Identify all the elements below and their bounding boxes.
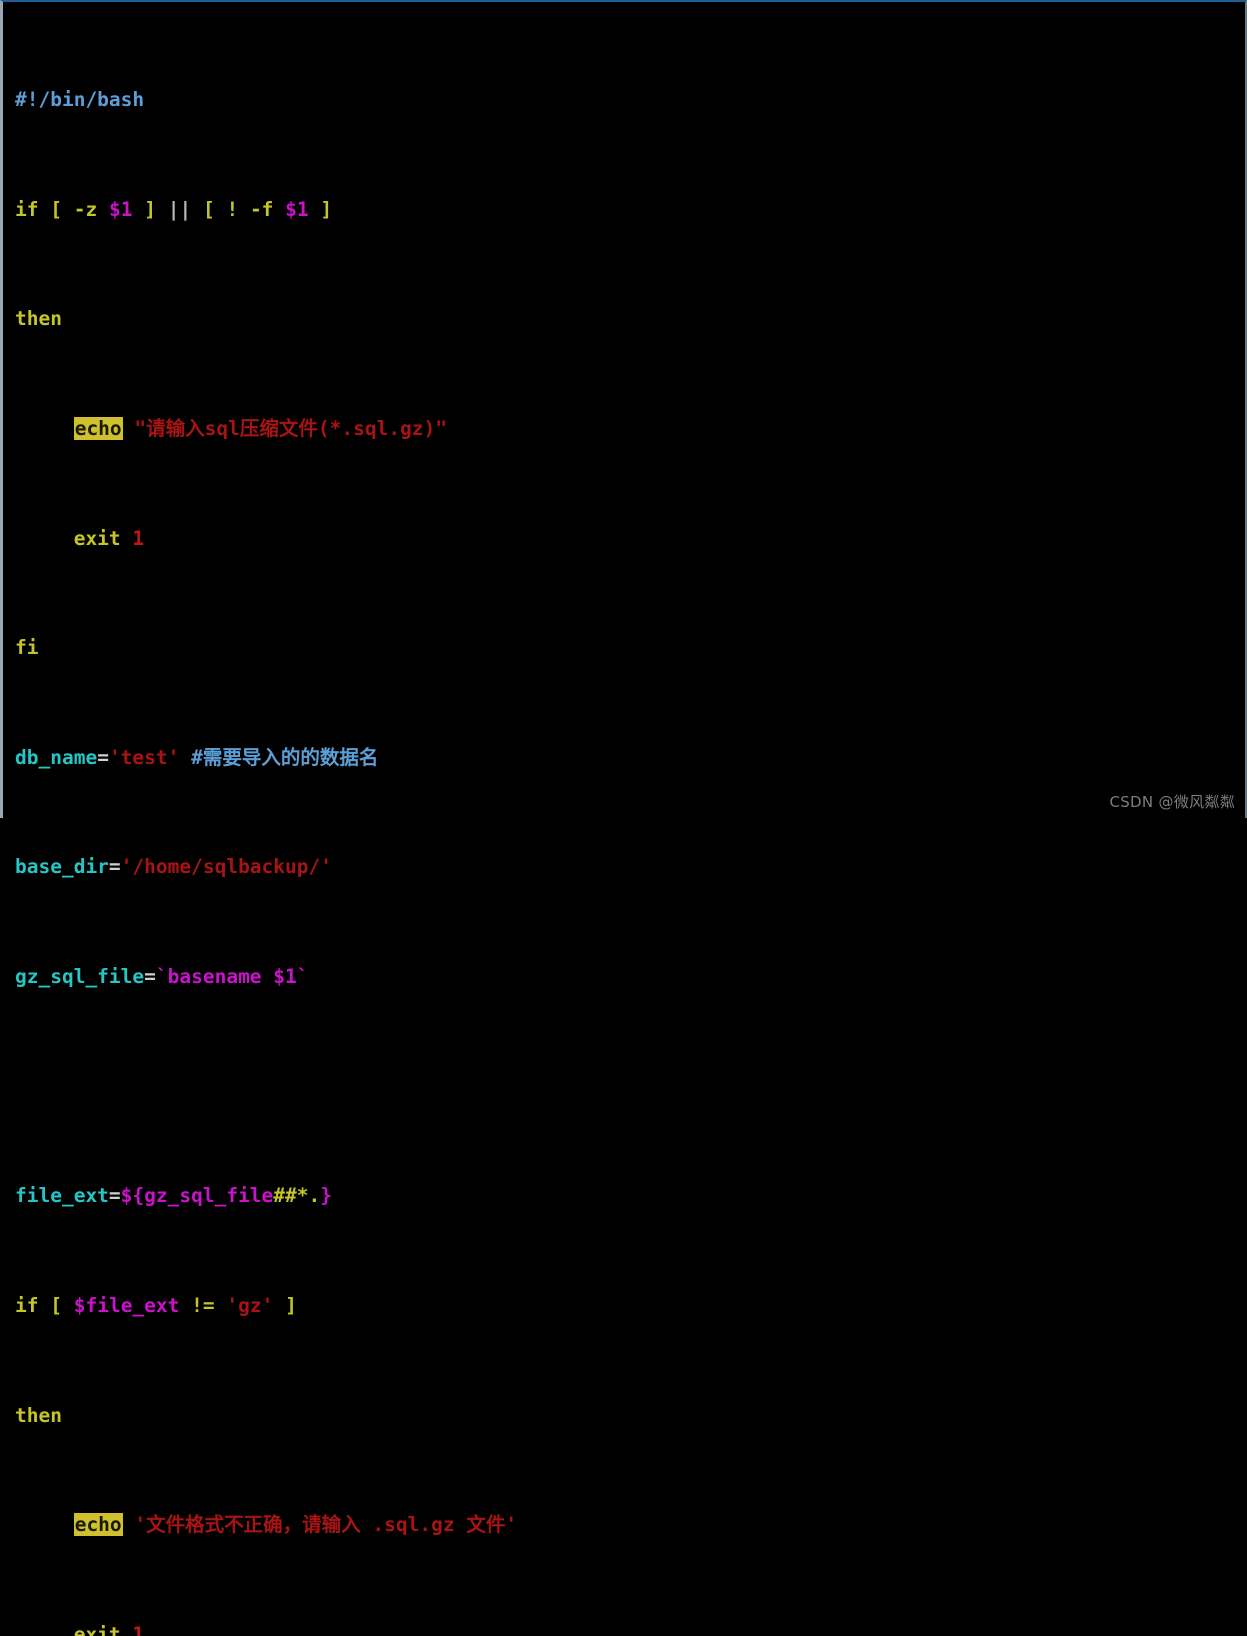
bracket-open: [ [50, 197, 62, 221]
code-line-11: file_ext=${gz_sql_file##*.} [15, 1182, 1025, 1209]
var-base-dir: base_dir [15, 855, 109, 879]
expansion-ext-open: ${gz_sql_file [120, 1184, 274, 1208]
bracket-open-3: [ [50, 1293, 62, 1317]
echo-keyword-2: echo [73, 1513, 123, 1537]
expansion-ext-strip: ##*. [273, 1184, 321, 1208]
var-db-name: db_name [15, 745, 98, 769]
keyword-if-2: if [15, 1293, 39, 1317]
keyword-exit-2: exit [73, 1622, 121, 1636]
echo-keyword: echo [73, 417, 123, 441]
bracket-close-2: ] [320, 197, 333, 221]
test-f-flag: -f [249, 197, 274, 221]
code-line-1: #!/bin/bash [15, 86, 1025, 113]
keyword-if: if [15, 197, 39, 221]
assign-eq-2: = [108, 855, 121, 879]
string-input-sql: "请输入sql压缩文件(*.sql.gz)" [134, 417, 448, 441]
var-gz-sql-file: gz_sql_file [15, 965, 145, 989]
backtick-basename-expr: `basename $1` [155, 965, 309, 989]
positional-arg-1: $1 [108, 197, 133, 221]
bracket-close: ] [144, 197, 156, 221]
test-z-flag: -z [73, 197, 98, 221]
code-line-9: gz_sql_file=`basename $1` [15, 963, 1025, 990]
string-base-dir: '/home/sqlbackup/' [120, 855, 332, 879]
code-line-4: echo "请输入sql压缩文件(*.sql.gz)" [15, 415, 1025, 442]
assign-eq-4: = [108, 1184, 121, 1208]
keyword-exit: exit [73, 526, 121, 550]
code-editor-content[interactable]: #!/bin/bash if [ -z $1 ] || [ ! -f $1 ] … [15, 4, 1025, 1636]
code-line-10-blank [15, 1073, 1025, 1100]
bracket-open-2: [ [202, 197, 215, 221]
code-line-15: exit 1 [15, 1621, 1025, 1636]
assign-eq-1: = [97, 745, 109, 769]
string-gz: 'gz' [226, 1293, 274, 1317]
ref-file-ext: $file_ext [73, 1293, 180, 1317]
string-test: 'test' [108, 745, 180, 769]
code-line-14: echo '文件格式不正确，请输入 .sql.gz 文件' [15, 1511, 1025, 1538]
code-line-8: base_dir='/home/sqlbackup/' [15, 853, 1025, 880]
var-file-ext: file_ext [15, 1184, 109, 1208]
bracket-close-3: ] [285, 1293, 297, 1317]
code-line-2: if [ -z $1 ] || [ ! -f $1 ] [15, 196, 1025, 223]
code-line-6: fi [15, 634, 1025, 661]
code-line-13: then [15, 1402, 1025, 1429]
code-line-12: if [ $file_ext != 'gz' ] [15, 1292, 1025, 1319]
shebang-token: #!/bin/bash [15, 88, 145, 112]
positional-arg-1-b: $1 [285, 197, 309, 221]
string-bad-format: '文件格式不正确，请输入 .sql.gz 文件' [134, 1513, 518, 1537]
code-line-3: then [15, 305, 1025, 332]
or-operator: || [167, 197, 192, 221]
code-line-5: exit 1 [15, 525, 1025, 552]
csdn-watermark: CSDN @微风粼粼 [1109, 793, 1235, 811]
exit-code-2: 1 [132, 1622, 145, 1636]
expansion-ext-close: } [320, 1184, 333, 1208]
keyword-fi: fi [15, 636, 39, 660]
terminal-window: #!/bin/bash if [ -z $1 ] || [ ! -f $1 ] … [0, 0, 1247, 1636]
code-line-7: db_name='test' #需要导入的的数据名 [15, 744, 1025, 771]
keyword-then: then [15, 307, 62, 331]
comment-db-name: #需要导入的的数据名 [191, 745, 379, 769]
negation-operator: ! [226, 197, 239, 221]
keyword-then-2: then [15, 1403, 62, 1427]
assign-eq-3: = [144, 965, 156, 989]
not-equal-operator: != [191, 1293, 215, 1317]
exit-code: 1 [132, 526, 145, 550]
